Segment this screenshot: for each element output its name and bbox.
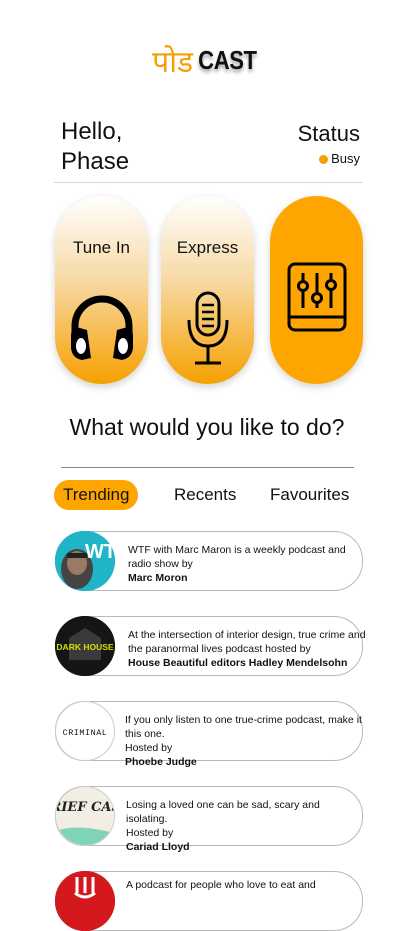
tune-in-card[interactable]: Tune In	[55, 196, 148, 384]
logo-hindi-text: पोड	[152, 45, 194, 80]
status-value: Busy	[331, 151, 360, 166]
status-dot-icon	[319, 155, 329, 165]
header-divider	[54, 182, 363, 183]
podcast-host: House Beautiful editors Hadley Mendelsoh…	[128, 657, 348, 669]
status-title: Status	[297, 121, 360, 146]
podcast-info: A podcast for people who love to eat and	[126, 878, 364, 892]
tune-in-label: Tune In	[72, 238, 131, 257]
tab-favourites[interactable]: Favourites	[270, 480, 349, 510]
podcast-list-item[interactable]: DARK HOUSE At the intersection of interi…	[55, 616, 366, 676]
podcast-artwork: WTF	[55, 531, 115, 591]
podcast-list-item[interactable]: GRIEF CAST Losing a loved one can be sad…	[55, 786, 363, 853]
podcast-artwork	[55, 871, 115, 931]
status-block[interactable]: Status Busy	[298, 121, 360, 166]
podcast-host: Cariad Lloyd	[126, 841, 190, 853]
microphone-icon	[161, 290, 254, 371]
podcast-info: If you only listen to one true-crime pod…	[125, 713, 363, 769]
podcast-artwork: GRIEF CAST	[55, 786, 115, 846]
podcast-hosted-label: Hosted by	[126, 827, 174, 839]
tab-trending[interactable]: Trending	[54, 480, 139, 510]
headphones-icon	[55, 292, 148, 369]
user-name: Phase	[61, 148, 130, 175]
podcast-art-text: WTF	[85, 541, 115, 563]
podcast-art-text: CRIMINAL	[63, 728, 108, 738]
podcast-hosted-label: Hosted by	[125, 742, 173, 754]
express-card[interactable]: Express	[161, 196, 254, 384]
podcast-info: At the intersection of interior design, …	[128, 628, 366, 670]
podcast-description: If you only listen to one true-crime pod…	[125, 714, 362, 740]
podcast-description: At the intersection of interior design, …	[128, 629, 366, 655]
podcast-description: WTF with Marc Maron is a weekly podcast …	[128, 544, 346, 570]
podcast-artwork: DARK HOUSE	[55, 616, 115, 676]
prompt-question: What would you like to do?	[69, 414, 345, 440]
app-logo: पोड CAST	[0, 40, 414, 80]
podcast-info: Losing a loved one can be sad, scary and…	[126, 798, 364, 854]
section-divider	[61, 467, 354, 468]
podcast-list-item[interactable]: WTF WTF with Marc Maron is a weekly podc…	[55, 531, 363, 591]
podcast-description: Losing a loved one can be sad, scary and…	[126, 799, 320, 825]
podcast-list-item[interactable]: A podcast for people who love to eat and	[55, 871, 363, 931]
podcast-art-text: GRIEF CAST	[56, 800, 114, 815]
greeting-line1: Hello,	[61, 118, 123, 145]
podcast-description: A podcast for people who love to eat and	[126, 879, 316, 891]
podcast-artwork: CRIMINAL	[55, 701, 115, 761]
equalizer-icon	[270, 261, 363, 338]
express-label: Express	[176, 238, 239, 257]
equalizer-card[interactable]	[270, 196, 363, 384]
podcast-host: Marc Moron	[128, 572, 188, 584]
greeting: Hello, Phase	[61, 117, 129, 177]
podcast-host: Phoebe Judge	[125, 756, 197, 768]
tab-recents[interactable]: Recents	[174, 480, 236, 510]
status-indicator: Busy	[298, 151, 360, 166]
podcast-art-text: DARK HOUSE	[56, 642, 113, 652]
podcast-list-item[interactable]: CRIMINAL If you only listen to one true-…	[55, 701, 363, 768]
podcast-info: WTF with Marc Maron is a weekly podcast …	[128, 543, 366, 585]
logo-english-text: CAST	[198, 45, 257, 75]
